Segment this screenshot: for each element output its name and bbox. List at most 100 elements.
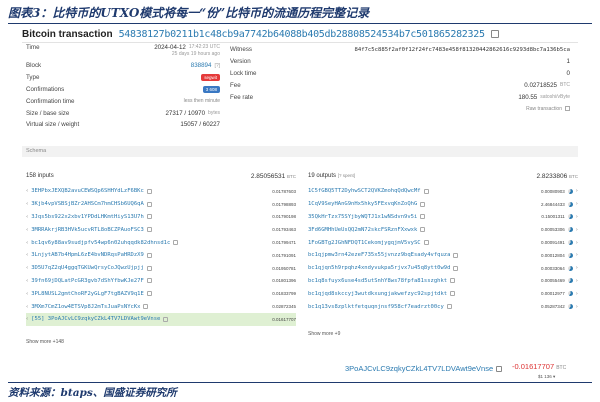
input-row[interactable]: ‹ 3D5U7qZ2qU4ggqTGKUwQrsyCoJQwzUjpjj 0.019… (26, 262, 296, 275)
chevron-left-icon[interactable]: ‹ (26, 278, 28, 284)
output-row[interactable]: 1C5fGBQ5TT2DyhwSCT2QVKZmohqQdQwcMf 0.0008… (308, 185, 578, 198)
chevron-left-icon[interactable]: ‹ (26, 201, 28, 207)
copy-icon[interactable] (446, 304, 452, 310)
input-address[interactable]: bc1qv6y88av9sudjpfv54wp6n02uhqqdk82dhnsd… (31, 240, 170, 246)
output-row[interactable]: bc1qjqn5h9rpqhz4xndyvukpa5rjvx7u45q8ytt0… (308, 262, 578, 275)
output-address[interactable]: 1FoGBTg2JGhNFDQT1CekomjygqjmV5vySC (308, 240, 421, 246)
copy-icon[interactable] (146, 188, 152, 194)
copy-icon[interactable] (496, 365, 503, 372)
output-row[interactable]: 35QkHrTzx75SYjbyWQTJ1x1wNSdvn9v5i 0.15001… (308, 211, 578, 224)
copy-icon[interactable] (146, 278, 152, 284)
input-address[interactable]: 3MRRAkrjRB3HVk5ucvRTL8oBCZPAuoFSC3 (31, 227, 144, 233)
output-row[interactable]: bc1q13vs8zplktfetquqnjnsf958cf7eadrzt00c… (308, 300, 578, 313)
copy-icon[interactable] (146, 291, 152, 297)
input-address[interactable]: 3Kjb4vpVSBSjBZr2AHSCm7hmCHSb6UQ6qA (31, 201, 144, 207)
selected-input-address[interactable]: 3PoAJCvLC9zqkyCZkL4TV7LDVAwt9eVnse (345, 364, 493, 373)
chevron-right-icon[interactable]: › (576, 240, 578, 246)
input-row[interactable]: ‹ bc1qv6y88av9sudjpfv54wp6n02uhqqdk82dhns… (26, 236, 296, 249)
chevron-right-icon[interactable]: › (576, 188, 578, 194)
copy-icon[interactable] (423, 188, 429, 194)
copy-icon[interactable] (163, 316, 169, 322)
input-address[interactable]: 3Jqs5bs922x2xbv1YPDdLHKmtHiyS13U7h (31, 214, 144, 220)
copy-icon[interactable] (453, 265, 459, 271)
chevron-left-icon[interactable]: ‹ (26, 188, 28, 194)
witness-row: Witness 84f7c5c885f2af0f12f24fc7483e458f… (230, 44, 570, 56)
copy-icon[interactable] (420, 227, 426, 233)
block-help[interactable]: [?] (214, 63, 220, 69)
input-address[interactable]: 3D5U7qZ2qU4ggqTGKUwQrsyCoJQwzUjpjj (31, 265, 144, 271)
inputs-show-more[interactable]: Show more +148 (26, 339, 64, 345)
output-address[interactable]: 1CqV9SeyHAnG9nHx5hky5FExvqKnZoQhG (308, 201, 417, 207)
chevron-right-icon[interactable]: › (576, 201, 578, 207)
input-row[interactable]: ‹ 3Kjb4vpVSBSjBZr2AHSCm7hmCHSb6UQ6qA 0.017… (26, 198, 296, 211)
input-amount: 0.01799471 (272, 240, 296, 246)
output-row[interactable]: 1FoGBTg2JGhNFDQT1CekomjygqjmV5vySC 0.0009… (308, 236, 578, 249)
input-row[interactable]: ‹ [55] 3PoAJCvLC9zqkyCZkL4TV7LDVAwt9eVnse… (26, 312, 296, 326)
output-address[interactable]: bc1q13vs8zplktfetquqnjnsf958cf7eadrzt00c… (308, 304, 444, 310)
output-address[interactable]: bc1qjpmw3rn42ezeF735x55jvnzz9bqEsady4vfq… (308, 252, 450, 258)
copy-icon[interactable] (146, 265, 152, 271)
chevron-left-icon[interactable]: ‹ (26, 227, 28, 233)
copy-icon[interactable] (450, 278, 456, 284)
schema-tab[interactable]: Schema (22, 146, 578, 157)
input-row[interactable]: ‹ 3LnjytAB7b4HpmL6zE4bvNDRqsPaHRDzX9 0.017… (26, 249, 296, 262)
transaction-hash[interactable]: 54838127b0211b1c48cb9a7742b64088b405db28… (119, 29, 485, 40)
input-address[interactable]: [55] 3PoAJCvLC9zqkyCZkL4TV7LDVAwt9eVnse (31, 316, 160, 322)
input-address[interactable]: 39fn69jDQLatPcGR3gvb7dShYfbwKJe27F (31, 278, 144, 284)
block-link[interactable]: 838894 (191, 62, 212, 69)
outputs-show-more[interactable]: Show more +9 (308, 331, 340, 337)
chevron-left-icon[interactable]: ‹ (26, 291, 28, 297)
output-row[interactable]: 1CqV9SeyHAnG9nHx5hky5FExvqKnZoQhG 2.46844… (308, 198, 578, 211)
copy-icon[interactable] (143, 304, 149, 310)
chevron-right-icon[interactable]: › (576, 291, 578, 297)
copy-icon[interactable] (146, 227, 152, 233)
copy-icon[interactable] (420, 201, 426, 207)
copy-icon[interactable] (490, 30, 499, 38)
inputs-total: 2.85056531 (250, 172, 286, 180)
chevron-left-icon[interactable]: ‹ (26, 304, 28, 310)
output-row[interactable]: bc1q8sfuyx6use4sd5utSnhY8ws78fpfa81sszgh… (308, 275, 578, 288)
input-row[interactable]: ‹ 3MRRAkrjRB3HVk5ucvRTL8oBCZPAuoFSC3 0.017… (26, 223, 296, 236)
chevron-right-icon[interactable]: › (576, 278, 578, 284)
output-address[interactable]: bc1qjqd8skccyj3wutdkxungjakwefzyc92spjtd… (308, 291, 447, 297)
copy-icon[interactable] (450, 291, 456, 297)
chevron-left-icon[interactable]: ‹ (26, 316, 28, 322)
copy-icon[interactable] (173, 240, 179, 246)
input-row[interactable]: ‹ 3Jqs5bs922x2xbv1YPDdLHKmtHiyS13U7h 0.017… (26, 211, 296, 224)
chevron-left-icon[interactable]: ‹ (26, 265, 28, 271)
output-row[interactable]: bc1qjqd8skccyj3wutdkxungjakwefzyc92spjtd… (308, 287, 578, 300)
chevron-left-icon[interactable]: ‹ (26, 252, 28, 258)
chevron-right-icon[interactable]: › (576, 227, 578, 233)
input-address[interactable]: 3EHPbxJEXQB2avuCEWSQp6SHHYdLzF6BKc (31, 188, 144, 194)
transaction-title: Bitcoin transaction (22, 28, 113, 40)
chevron-right-icon[interactable]: › (576, 214, 578, 220)
output-address[interactable]: 1C5fGBQ5TT2DyhwSCT2QVKZmohqQdQwcMf (308, 188, 421, 194)
output-address[interactable]: 3Fd6GMHhUeUsQQ2mN72skcFSRznFXxwxk (308, 227, 417, 233)
chevron-left-icon[interactable]: ‹ (26, 214, 28, 220)
output-address[interactable]: bc1qjqn5h9rpqhz4xndyvukpa5rjvx7u45q8ytt0… (308, 265, 450, 271)
copy-icon[interactable] (146, 201, 152, 207)
copy-icon[interactable] (146, 252, 152, 258)
input-address[interactable]: 3MXm7CmZ1ow4ETSVp8J2mTsJuaPsNYcKx (31, 304, 140, 310)
chevron-right-icon[interactable]: › (576, 252, 578, 258)
chevron-right-icon[interactable]: › (576, 304, 578, 310)
output-row[interactable]: 3Fd6GMHhUeUsQQ2mN72skcFSRznFXxwxk 0.00053… (308, 223, 578, 236)
output-address-wrap: 1FoGBTg2JGhNFDQT1CekomjygqjmV5vySC (308, 240, 429, 246)
output-address[interactable]: bc1q8sfuyx6use4sd5utSnhY8ws78fpfa81sszgh… (308, 278, 447, 284)
input-address[interactable]: 3PL8NUSL2gmtChoRF2yGLgF7tgBAZV9q1E (31, 291, 144, 297)
input-row[interactable]: ‹ 3MXm7CmZ1ow4ETSVp8J2mTsJuaPsNYcKx 0.0287… (26, 300, 296, 313)
chevron-right-icon[interactable]: › (576, 265, 578, 271)
output-row[interactable]: bc1qjpmw3rn42ezeF735x55jvnzz9bqEsady4vfq… (308, 249, 578, 262)
input-row[interactable]: ‹ 39fn69jDQLatPcGR3gvb7dShYfbwKJe27F 0.018… (26, 275, 296, 288)
copy-icon[interactable] (453, 252, 459, 258)
copy-icon[interactable] (565, 106, 570, 112)
copy-icon[interactable] (146, 214, 152, 220)
output-address[interactable]: 35QkHrTzx75SYjbyWQTJ1x1wNSdvn9v5i (308, 214, 417, 220)
copy-icon[interactable] (423, 240, 429, 246)
copy-icon[interactable] (420, 214, 426, 220)
raw-transaction-link[interactable]: Raw transaction (526, 106, 562, 112)
chevron-left-icon[interactable]: ‹ (26, 240, 28, 246)
input-row[interactable]: ‹ 3PL8NUSL2gmtChoRF2yGLgF7tgBAZV9q1E 0.018… (26, 287, 296, 300)
input-row[interactable]: ‹ 3EHPbxJEXQB2avuCEWSQp6SHHYdLzF6BKc 0.017… (26, 185, 296, 198)
input-address[interactable]: 3LnjytAB7b4HpmL6zE4bvNDRqsPaHRDzX9 (31, 252, 144, 258)
